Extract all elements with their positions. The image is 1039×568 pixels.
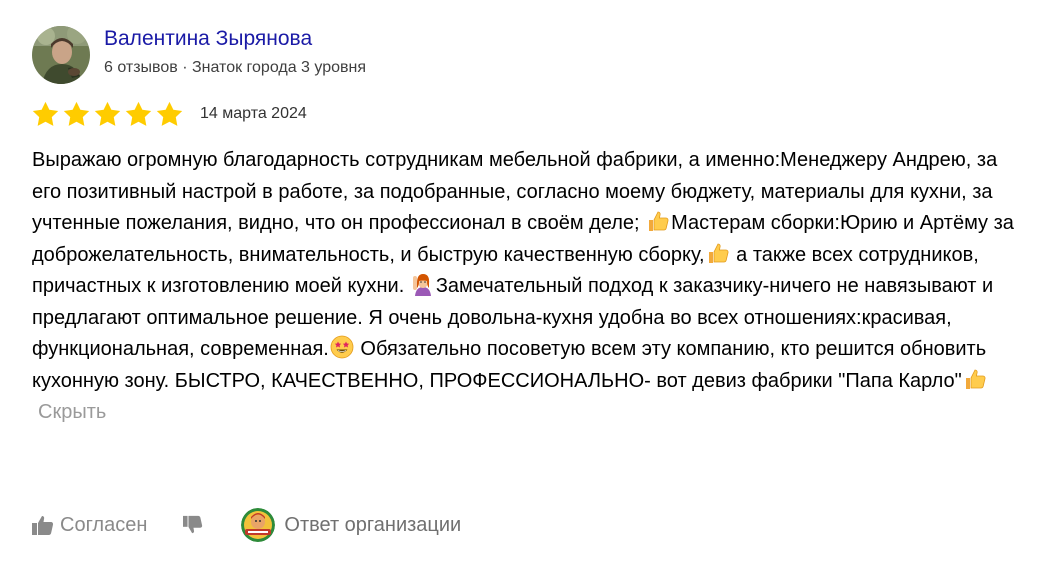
- hide-link[interactable]: Скрыть: [38, 401, 106, 423]
- thumbs-up-icon: [706, 241, 730, 265]
- author-name[interactable]: Валентина Зырянова: [104, 27, 312, 51]
- dislike-button[interactable]: [183, 515, 203, 535]
- org-reply-label: Ответ организации: [284, 513, 462, 536]
- thumbs-up-icon: [963, 367, 987, 391]
- star-icon: [156, 101, 183, 126]
- thumbs-up-icon: [646, 209, 670, 233]
- thumbs-down-icon: [183, 515, 203, 534]
- star-icon: [125, 101, 152, 126]
- review-text: Выражаю огромную благодарность сотрудник…: [32, 145, 1022, 429]
- woman-raising-hand-icon: [411, 272, 435, 296]
- organization-logo-icon: [241, 508, 276, 542]
- star-struck-icon: [330, 335, 354, 359]
- review-date: 14 марта 2024: [200, 105, 307, 122]
- star-icon: [94, 101, 121, 126]
- like-label: Согласен: [60, 513, 148, 536]
- rating-row: 14 марта 2024: [31, 98, 307, 130]
- thumbs-up-outline-icon: [32, 516, 54, 535]
- star-icon: [32, 101, 59, 126]
- review-card: Валентина Зырянова 6 отзывов · Знаток го…: [0, 0, 1039, 568]
- avatar[interactable]: [32, 26, 90, 84]
- org-reply-button[interactable]: Ответ организации: [241, 508, 461, 542]
- review-actions: Согласен Ответ организации: [32, 507, 461, 543]
- author-meta: 6 отзывов · Знаток города 3 уровня: [104, 59, 366, 76]
- like-button[interactable]: Согласен: [32, 514, 147, 537]
- star-icon: [63, 101, 90, 126]
- star-rating: [31, 100, 186, 129]
